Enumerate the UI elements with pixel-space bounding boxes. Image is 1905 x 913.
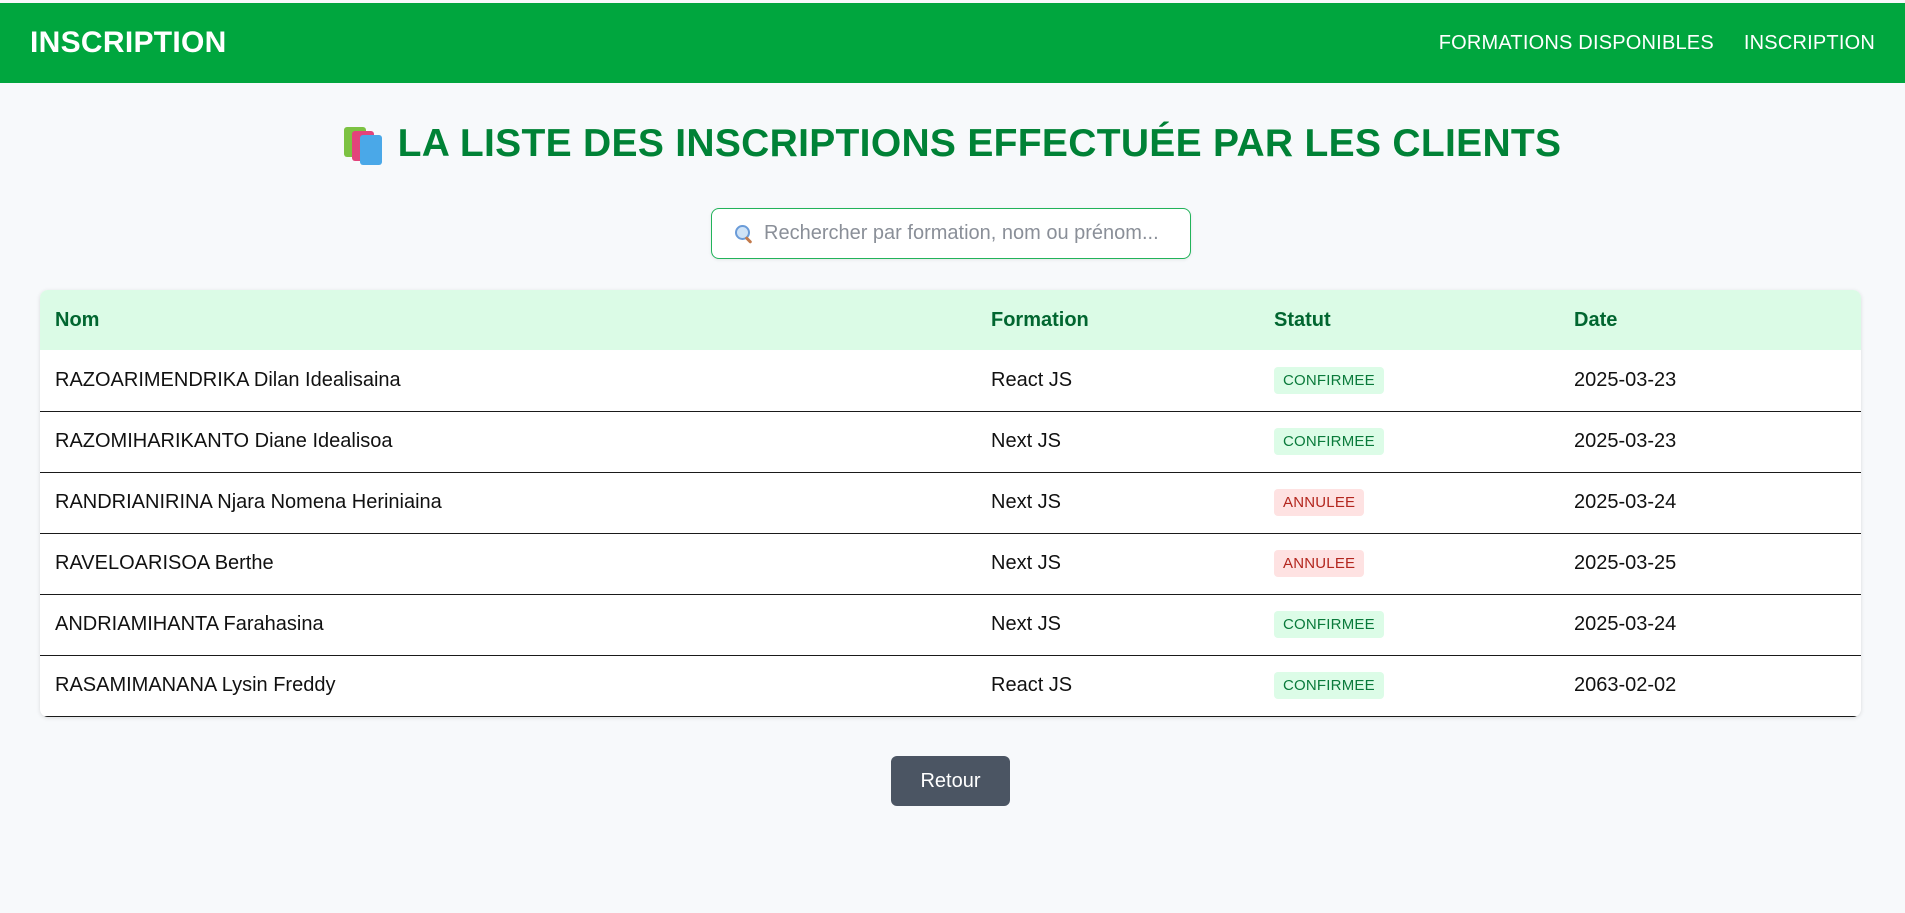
page-heading: LA LISTE DES INSCRIPTIONS EFFECTUÉE PAR …	[0, 122, 1905, 166]
column-header-date: Date	[1574, 308, 1618, 331]
cell-nom: RAVELOARISOA Berthe	[55, 552, 274, 574]
status-badge: ANNULEE	[1274, 550, 1365, 577]
cell-date: 2025-03-25	[1574, 552, 1677, 574]
table-row: ANDRIAMIHANTA Farahasina Next JS CONFIRM…	[40, 594, 1861, 655]
table-row: RANDRIANIRINA Njara Nomena Heriniaina Ne…	[40, 472, 1861, 533]
page-title: LA LISTE DES INSCRIPTIONS EFFECTUÉE PAR …	[397, 122, 1562, 165]
books-icon	[343, 125, 384, 165]
cell-formation: Next JS	[991, 552, 1062, 574]
table-header-row: Nom Formation Statut Date	[40, 290, 1861, 350]
cell-formation: Next JS	[991, 430, 1062, 452]
cell-statut: CONFIRMEE	[1259, 655, 1559, 716]
search-icon	[734, 224, 754, 244]
cell-nom: ANDRIAMIHANTA Farahasina	[55, 613, 324, 635]
status-badge: CONFIRMEE	[1274, 611, 1384, 638]
cell-formation: React JS	[991, 368, 1073, 391]
cell-formation: Next JS	[991, 613, 1062, 635]
column-header-statut: Statut	[1274, 308, 1331, 331]
inscriptions-table: Nom Formation Statut Date RAZOARIMENDRIK…	[40, 290, 1861, 717]
search-box[interactable]	[711, 208, 1191, 259]
status-badge: CONFIRMEE	[1274, 366, 1384, 394]
search-input[interactable]	[764, 222, 1184, 245]
cell-date: 2063-02-02	[1574, 674, 1677, 696]
table-row: RAVELOARISOA Berthe Next JS ANNULEE 2025…	[40, 533, 1861, 594]
table-body: RAZOARIMENDRIKA Dilan Idealisaina React …	[40, 350, 1861, 716]
column-header-formation: Formation	[991, 308, 1089, 331]
cell-statut: CONFIRMEE	[1259, 350, 1559, 411]
cell-statut: CONFIRMEE	[1259, 411, 1559, 472]
cell-statut: CONFIRMEE	[1259, 594, 1559, 655]
cell-nom: RASAMIMANANA Lysin Freddy	[55, 674, 336, 696]
status-badge: CONFIRMEE	[1274, 428, 1384, 455]
cell-date: 2025-03-23	[1574, 430, 1677, 452]
top-navbar: INSCRIPTION FORMATIONS DISPONIBLES INSCR…	[0, 3, 1905, 83]
cell-formation: Next JS	[991, 491, 1062, 513]
status-badge: ANNULEE	[1274, 489, 1365, 516]
cell-nom: RANDRIANIRINA Njara Nomena Heriniaina	[55, 491, 442, 513]
table-row: RASAMIMANANA Lysin Freddy React JS CONFI…	[40, 655, 1861, 716]
back-button[interactable]: Retour	[891, 756, 1010, 806]
cell-date: 2025-03-24	[1574, 613, 1677, 635]
cell-statut: ANNULEE	[1259, 472, 1559, 533]
cell-nom: RAZOMIHARIKANTO Diane Idealisoa	[55, 430, 393, 452]
cell-date: 2025-03-23	[1574, 368, 1677, 391]
nav-link-formations[interactable]: FORMATIONS DISPONIBLES	[1439, 32, 1714, 55]
cell-formation: React JS	[991, 674, 1073, 696]
cell-statut: ANNULEE	[1259, 533, 1559, 594]
table-row: RAZOMIHARIKANTO Diane Idealisoa Next JS …	[40, 411, 1861, 472]
inscriptions-table-card: Nom Formation Statut Date RAZOARIMENDRIK…	[40, 290, 1861, 717]
brand-title[interactable]: INSCRIPTION	[30, 26, 227, 60]
status-badge: CONFIRMEE	[1274, 672, 1384, 699]
column-header-nom: Nom	[55, 308, 100, 331]
nav-link-inscription[interactable]: INSCRIPTION	[1744, 32, 1875, 55]
main-nav: FORMATIONS DISPONIBLES INSCRIPTION	[1439, 32, 1875, 55]
table-row: RAZOARIMENDRIKA Dilan Idealisaina React …	[40, 350, 1861, 411]
cell-date: 2025-03-24	[1574, 491, 1677, 513]
cell-nom: RAZOARIMENDRIKA Dilan Idealisaina	[55, 368, 401, 391]
